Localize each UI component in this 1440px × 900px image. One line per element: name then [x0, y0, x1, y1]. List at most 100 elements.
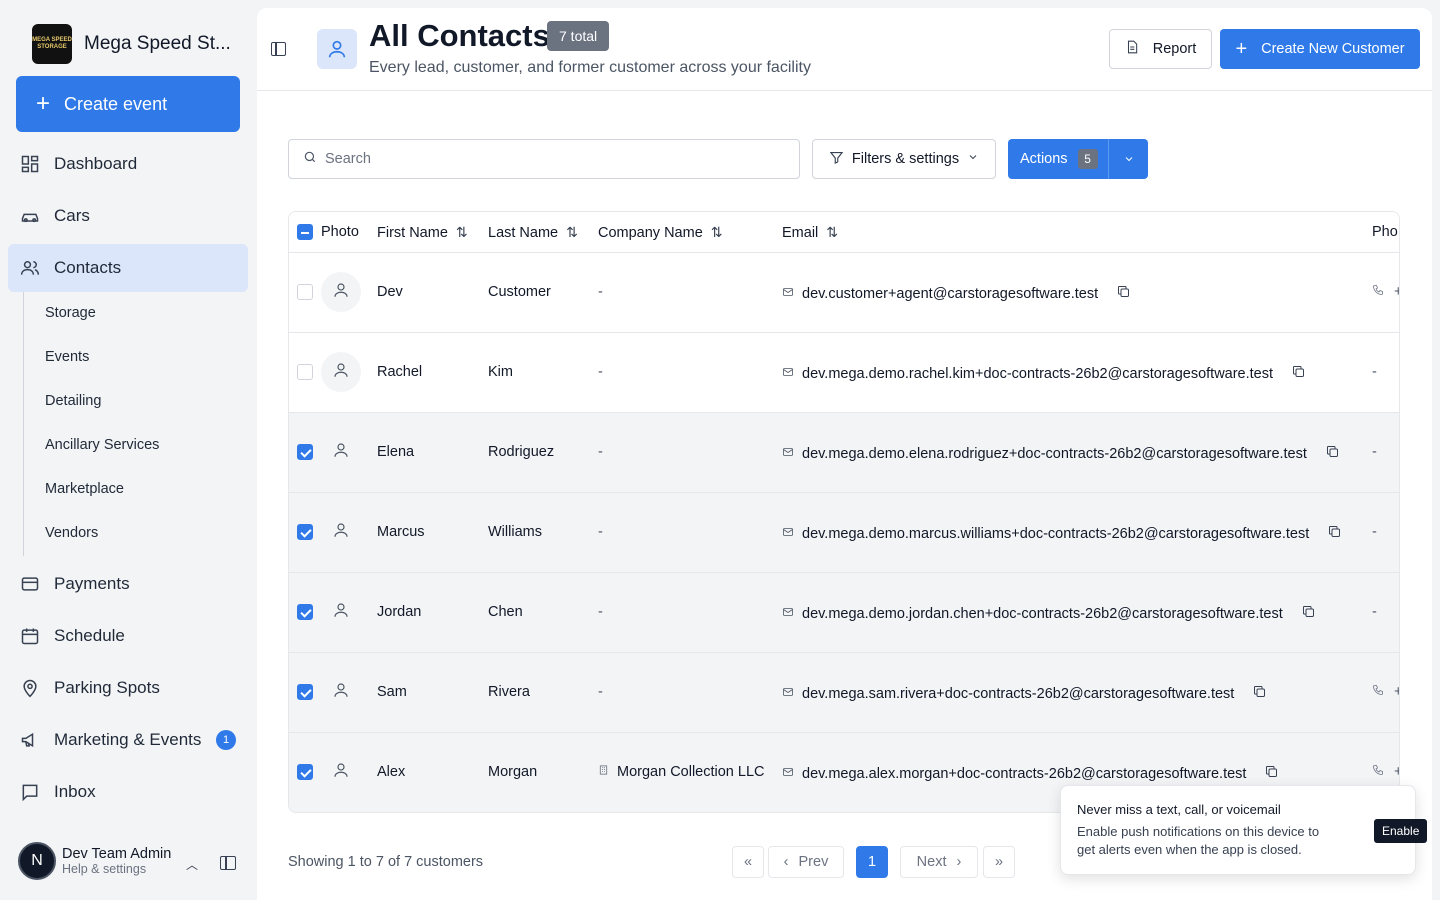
next-label: Next: [916, 854, 947, 870]
company-name: Morgan Collection LLC: [617, 764, 765, 780]
cell-email[interactable]: dev.customer+agent@carstoragesoftware.te…: [782, 284, 1131, 303]
nav-payments-label: Payments: [54, 574, 130, 593]
cell-company: -: [598, 284, 603, 300]
subnav-storage[interactable]: Storage: [45, 305, 96, 321]
cell-phone: -: [1372, 444, 1377, 460]
table-row[interactable]: Marcus Williams - dev.mega.demo.marcus.w…: [289, 493, 1399, 573]
search-input[interactable]: [325, 151, 765, 167]
brand[interactable]: MEGA SPEED STORAGE Mega Speed St...: [32, 24, 231, 64]
row-checkbox[interactable]: [297, 364, 313, 380]
cell-email[interactable]: dev.mega.demo.marcus.williams+doc-contra…: [782, 524, 1342, 543]
row-checkbox[interactable]: [297, 684, 313, 700]
col-last-name[interactable]: Last Name ⇅: [488, 224, 578, 241]
col-phone-label: Pho: [1372, 224, 1398, 240]
page-1-button[interactable]: 1: [856, 846, 888, 878]
marketing-badge: 1: [216, 730, 236, 750]
col-company-name[interactable]: Company Name ⇅: [598, 224, 723, 241]
subnav-divider: [23, 292, 24, 556]
subnav-events[interactable]: Events: [45, 349, 89, 365]
row-checkbox[interactable]: [297, 604, 313, 620]
building-icon: [598, 764, 609, 780]
table-row[interactable]: Dev Customer - dev.customer+agent@carsto…: [289, 253, 1399, 333]
chevron-down-icon: [1125, 157, 1132, 162]
first-page-button[interactable]: «: [732, 846, 764, 878]
table-row[interactable]: Jordan Chen - dev.mega.demo.jordan.chen+…: [289, 573, 1399, 653]
nav-contacts[interactable]: Contacts: [8, 244, 248, 292]
subnav-ancillary-services[interactable]: Ancillary Services: [45, 437, 159, 453]
collapse-sidebar-icon[interactable]: [220, 856, 236, 870]
next-page-button[interactable]: Next ›: [900, 846, 978, 878]
avatar: N: [18, 842, 56, 880]
sidebar-toggle-icon[interactable]: [271, 42, 286, 56]
cell-email[interactable]: dev.mega.alex.morgan+doc-contracts-26b2@…: [782, 764, 1279, 783]
page-header: All Contacts 7 total Every lead, custome…: [257, 8, 1432, 91]
phone-text: -: [1372, 524, 1377, 540]
copy-icon[interactable]: [1317, 524, 1342, 543]
actions-dropdown-toggle[interactable]: [1108, 139, 1148, 179]
col-company-label: Company Name: [598, 224, 703, 241]
last-page-button[interactable]: »: [983, 846, 1015, 878]
nav-cars[interactable]: Cars: [8, 192, 248, 240]
create-customer-button[interactable]: + Create New Customer: [1220, 29, 1420, 69]
user-icon: [332, 601, 350, 624]
cell-first-name: Sam: [377, 684, 407, 700]
nav-payments[interactable]: Payments: [8, 560, 248, 608]
create-event-button[interactable]: + Create event: [16, 76, 240, 132]
nav-parking-spots[interactable]: Parking Spots: [8, 664, 248, 712]
search-box[interactable]: [288, 139, 800, 179]
row-checkbox[interactable]: [297, 444, 313, 460]
brand-logo: MEGA SPEED STORAGE: [32, 24, 72, 64]
actions-button[interactable]: Actions 5: [1008, 139, 1148, 179]
row-checkbox[interactable]: [297, 524, 313, 540]
table-row[interactable]: Rachel Kim - dev.mega.demo.rachel.kim+do…: [289, 333, 1399, 413]
email-text: dev.mega.demo.rachel.kim+doc-contracts-2…: [802, 365, 1274, 382]
nav-inbox[interactable]: Inbox: [8, 768, 248, 816]
filters-button[interactable]: Filters & settings: [812, 139, 996, 179]
user-icon: [332, 441, 350, 464]
page-subtitle: Every lead, customer, and former custome…: [369, 59, 811, 76]
select-all-checkbox[interactable]: [297, 224, 313, 240]
user-icon: [332, 761, 350, 784]
col-photo-label: Photo: [321, 224, 359, 240]
copy-icon[interactable]: [1106, 284, 1131, 303]
col-photo: Photo: [321, 224, 359, 240]
row-checkbox[interactable]: [297, 764, 313, 780]
copy-icon[interactable]: [1315, 444, 1340, 463]
nav-contacts-label: Contacts: [54, 258, 122, 277]
table-row[interactable]: Sam Rivera - dev.mega.sam.rivera+doc-con…: [289, 653, 1399, 733]
col-phone[interactable]: Pho: [1372, 224, 1398, 240]
phone-text: -: [1372, 364, 1377, 380]
subnav-marketplace[interactable]: Marketplace: [45, 481, 124, 497]
copy-icon[interactable]: [1291, 604, 1316, 623]
contact-photo: [321, 272, 361, 312]
cell-email[interactable]: dev.mega.demo.jordan.chen+doc-contracts-…: [782, 604, 1316, 623]
cell-email[interactable]: dev.mega.demo.elena.rodriguez+doc-contra…: [782, 444, 1340, 463]
enable-notifications-button[interactable]: Enable: [1374, 819, 1428, 843]
cell-company: -: [598, 364, 603, 380]
nav-marketing-events[interactable]: Marketing & Events 1: [8, 716, 248, 764]
col-first-name[interactable]: First Name ⇅: [377, 224, 468, 241]
chevron-up-icon[interactable]: ︿: [186, 856, 198, 873]
row-checkbox[interactable]: [297, 284, 313, 300]
mail-icon: [782, 766, 794, 782]
copy-icon[interactable]: [1281, 364, 1306, 383]
subnav-vendors[interactable]: Vendors: [45, 525, 98, 541]
copy-icon[interactable]: [1242, 684, 1267, 703]
nav-dashboard-label: Dashboard: [54, 154, 138, 173]
cell-email[interactable]: dev.mega.demo.rachel.kim+doc-contracts-2…: [782, 364, 1306, 383]
subnav-detailing[interactable]: Detailing: [45, 393, 101, 409]
report-button[interactable]: Report: [1109, 29, 1212, 69]
actions-count-badge: 5: [1077, 149, 1098, 169]
prev-page-button[interactable]: ‹ Prev: [768, 846, 844, 878]
user-menu[interactable]: N Dev Team Admin Help & settings: [18, 842, 171, 880]
nav-schedule[interactable]: Schedule: [8, 612, 248, 660]
cell-email[interactable]: dev.mega.sam.rivera+doc-contracts-26b2@c…: [782, 684, 1267, 703]
col-email[interactable]: Email ⇅: [782, 224, 838, 241]
user-icon: [332, 521, 350, 544]
nav-dashboard[interactable]: Dashboard: [8, 140, 248, 188]
phone-text: +: [1394, 284, 1399, 300]
table-row[interactable]: Elena Rodriguez - dev.mega.demo.elena.ro…: [289, 413, 1399, 493]
email-text: dev.mega.demo.marcus.williams+doc-contra…: [802, 525, 1310, 542]
cell-last-name: Chen: [488, 604, 523, 620]
copy-icon[interactable]: [1254, 764, 1279, 783]
